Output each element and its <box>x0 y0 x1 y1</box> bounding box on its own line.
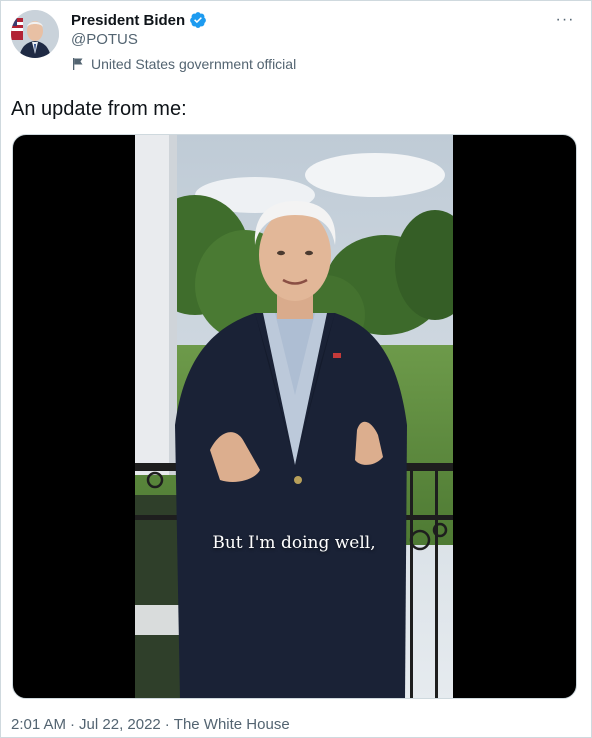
tweet-metadata: 2:01 AM · Jul 22, 2022 · The White House <box>11 716 290 733</box>
avatar[interactable] <box>11 10 59 58</box>
author-handle[interactable]: @POTUS <box>71 31 138 48</box>
flag-icon <box>73 58 83 70</box>
display-name[interactable]: President Biden <box>71 12 185 29</box>
meta-separator: · <box>164 716 170 733</box>
tweet-source[interactable]: The White House <box>174 716 290 733</box>
tweet-time[interactable]: 2:01 AM <box>11 716 66 733</box>
government-label: United States government official <box>71 55 296 73</box>
tweet-text: An update from me: <box>11 98 187 120</box>
video-caption: But I'm doing well, <box>212 533 376 553</box>
more-options-button[interactable]: ··· <box>551 11 579 29</box>
government-label-text: United States government official <box>91 56 297 72</box>
video-player[interactable]: But I'm doing well, <box>12 134 577 699</box>
video-frame: But I'm doing well, <box>135 135 453 698</box>
verified-badge-icon <box>190 12 207 28</box>
tweet-date[interactable]: Jul 22, 2022 <box>79 716 161 733</box>
avatar-image <box>11 10 59 58</box>
meta-separator: · <box>70 716 76 733</box>
video-still <box>135 135 453 698</box>
author-name-row: President Biden <box>71 10 207 30</box>
tweet-card: President Biden @POTUS United States gov… <box>0 0 592 738</box>
